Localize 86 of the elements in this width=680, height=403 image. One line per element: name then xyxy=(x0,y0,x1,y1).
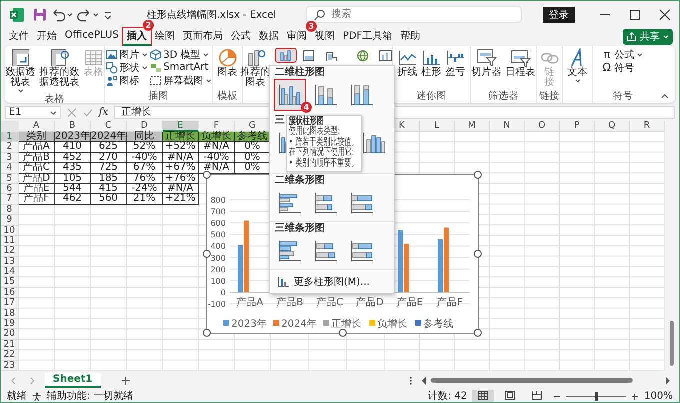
axis-label: 700 xyxy=(210,208,226,217)
axis-label: 600 xyxy=(210,219,226,228)
table-header-cell: 同比 xyxy=(127,132,163,142)
table-cell: +21% xyxy=(163,194,199,205)
legend-item: 参考线 xyxy=(416,319,454,330)
table-header-cell: 负增长 xyxy=(199,132,235,142)
table-cell: 105 xyxy=(55,174,91,184)
table-cell: 415 xyxy=(91,184,127,194)
table-cell: 462 xyxy=(55,194,91,205)
table-cell: #N/A xyxy=(199,163,235,174)
table-header-cell: 参考线 xyxy=(235,132,271,142)
table-cell: 185 xyxy=(91,174,127,184)
table-cell: 452 xyxy=(55,152,91,164)
table-cell: 产品A xyxy=(19,142,55,153)
table-cell: +52% xyxy=(163,142,199,153)
table-cell: 产品F xyxy=(19,194,55,205)
step-badge: 2 xyxy=(143,20,154,31)
legend-item: 正增长 xyxy=(324,319,362,330)
table-cell: 0% xyxy=(235,163,271,174)
group-label: 链接 xyxy=(540,91,560,103)
table-cell: +76% xyxy=(163,174,199,184)
step-badge: 3 xyxy=(306,21,317,32)
tooltip-text: 使用此图表类型: xyxy=(289,127,340,138)
table-cell: 270 xyxy=(91,152,127,164)
axis-label: 800 xyxy=(210,196,226,205)
tooltip-title: 簇状柱形图 xyxy=(289,117,324,127)
table-cell: 21% xyxy=(127,194,163,205)
legend-label: 2023年 xyxy=(232,318,267,330)
table-cell: #N/A xyxy=(163,152,199,164)
table-cell: 0% xyxy=(235,142,271,153)
axis-label: 产品C xyxy=(316,297,344,308)
count-text: 计数: 42 xyxy=(428,391,468,402)
legend-item: 2024年 xyxy=(274,319,317,330)
menu-section-heading: 二维条形图 xyxy=(275,174,325,188)
legend-label: 负增长 xyxy=(378,318,408,330)
group-label: 插图 xyxy=(148,91,168,103)
group-label: 筛选器 xyxy=(488,91,518,103)
tooltip-text: • 跨若干类别比较值。 xyxy=(289,138,359,148)
legend-label: 2024年 xyxy=(282,318,317,330)
table-cell: 产品D xyxy=(19,174,55,184)
table-header-cell: 2023年 xyxy=(55,132,91,142)
axis-label: 400 xyxy=(210,242,226,252)
table-cell: -24% xyxy=(127,184,163,194)
menu-section-heading: 三 xyxy=(275,114,285,128)
table-cell: #N/A xyxy=(163,184,199,194)
group-label: 迷你图 xyxy=(416,91,446,103)
axis-label: 产品D xyxy=(356,297,384,308)
table-cell: 67% xyxy=(127,163,163,174)
legend-item: 负增长 xyxy=(370,319,408,330)
tooltip-text: 在下列情况下使用它: xyxy=(289,148,356,158)
group-label: 表格 xyxy=(44,94,64,106)
table-header-cell: 2024年 xyxy=(91,132,127,142)
legend-label: 参考线 xyxy=(424,318,454,330)
axis-label: 100 xyxy=(210,276,226,286)
table-cell: 410 xyxy=(55,142,91,153)
legend-label: 正增长 xyxy=(332,318,362,330)
axis-label: 产品E xyxy=(396,297,424,308)
tooltip-text: • 类别的顺序不重要。 xyxy=(289,158,359,170)
axis-label: 产品A xyxy=(236,297,264,308)
legend-item: 2023年 xyxy=(224,319,267,330)
table-cell: 76% xyxy=(127,174,163,184)
axis-label: 200 xyxy=(210,265,226,274)
menu-section-heading: 三维条形图 xyxy=(275,222,325,236)
axis-label: 产品F xyxy=(437,297,463,308)
menu-section-heading: 二维柱形图 xyxy=(275,66,325,80)
status-text: 就绪 xyxy=(7,391,27,402)
table-cell: 435 xyxy=(55,163,91,174)
axis-label: 300 xyxy=(210,254,226,263)
table-cell: 52% xyxy=(127,142,163,153)
group-label: 模板 xyxy=(218,91,238,103)
table-cell: 560 xyxy=(91,194,127,205)
table-cell: -40% xyxy=(199,152,235,164)
axis-label: 产品B xyxy=(276,297,304,308)
group-label: 符号 xyxy=(613,91,633,103)
axis-label: -100 xyxy=(208,300,226,309)
table-cell: 625 xyxy=(91,142,127,153)
table-cell: 产品C xyxy=(19,163,55,174)
table-cell: -40% xyxy=(127,152,163,164)
table-cell: 725 xyxy=(91,163,127,174)
table-cell: +67% xyxy=(163,163,199,174)
table-cell: #N/A xyxy=(199,142,235,153)
table-cell: 544 xyxy=(55,184,91,194)
window-title: 柱形点线增幅图.xlsx - Excel xyxy=(147,8,276,22)
table-header-cell: 正增长 xyxy=(163,132,199,142)
axis-label: 500 xyxy=(210,230,226,240)
axis-label: 0 xyxy=(220,288,226,298)
